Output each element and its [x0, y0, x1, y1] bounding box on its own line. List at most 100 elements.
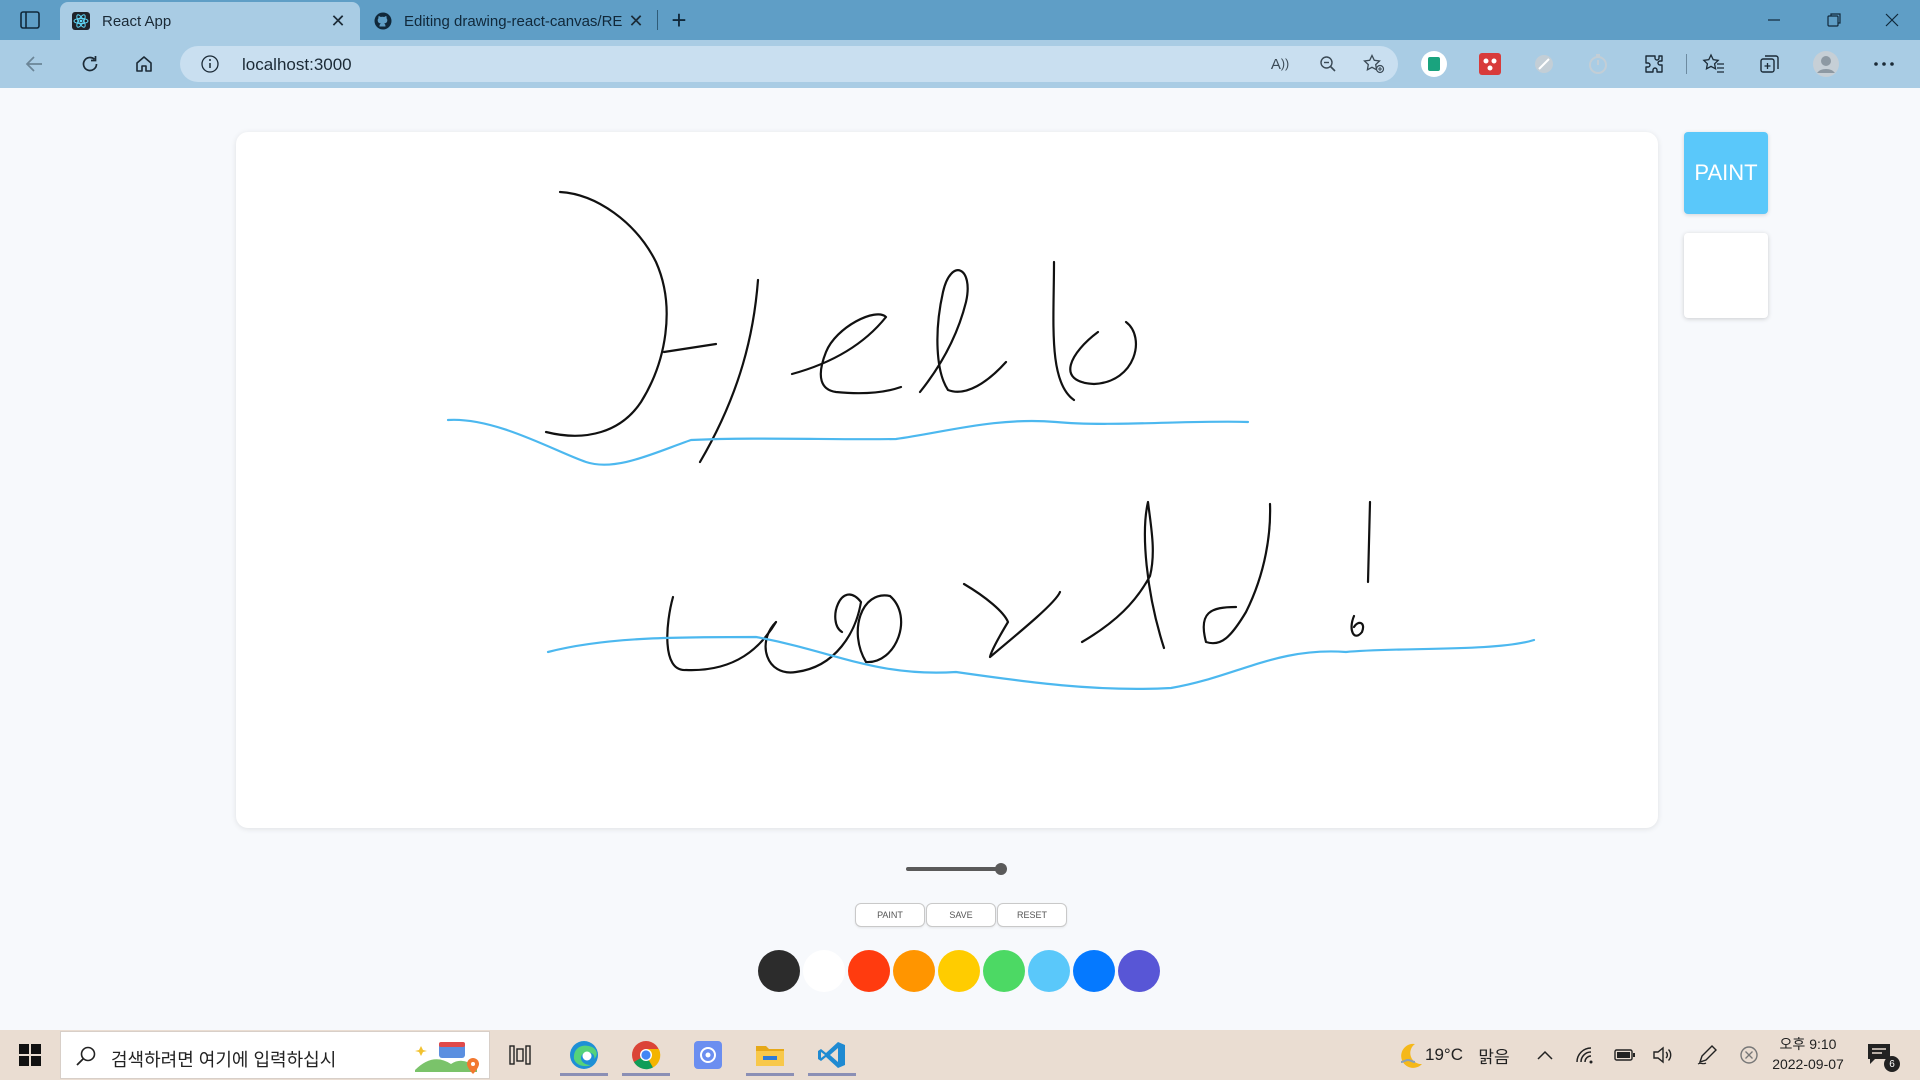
color-swatch-black[interactable] [758, 950, 800, 992]
color-swatch-purple[interactable] [1118, 950, 1160, 992]
start-button[interactable] [12, 1040, 48, 1070]
tab-react-app[interactable]: React App ✕ [60, 2, 360, 40]
canvas-stroke [662, 342, 718, 354]
back-button[interactable] [16, 48, 52, 80]
more-options-icon[interactable] [1870, 50, 1898, 78]
canvas-drawing [446, 190, 1536, 690]
tab-divider [657, 10, 658, 30]
brush-size-slider[interactable] [906, 861, 1014, 877]
taskbar-vscode[interactable] [802, 1034, 862, 1076]
tab-close-icon[interactable]: ✕ [626, 11, 646, 31]
slider-track[interactable] [906, 867, 1006, 871]
browser-toolbar: localhost:3000 A)) [0, 40, 1920, 88]
reset-button[interactable]: RESET [997, 903, 1067, 927]
extension-wand-icon[interactable] [1530, 50, 1558, 78]
taskbar-settings-app[interactable] [678, 1034, 738, 1076]
weather-condition[interactable]: 맑음 [1470, 1030, 1518, 1080]
taskbar-edge[interactable] [554, 1034, 614, 1076]
canvas-stroke [446, 418, 1250, 466]
network-icon[interactable] [1570, 1030, 1600, 1080]
favorites-icon[interactable] [1700, 50, 1728, 78]
control-buttons: PAINT SAVE RESET [855, 903, 1068, 927]
browser-titlebar: React App ✕ Editing drawing-react-canvas… [0, 0, 1920, 40]
add-favorite-icon[interactable] [1362, 52, 1386, 76]
tab-title: Editing drawing-react-canvas/RE [404, 12, 623, 30]
search-placeholder[interactable]: 검색하려면 여기에 입력하십시 [111, 1046, 336, 1072]
extension-green-icon[interactable] [1420, 50, 1448, 78]
taskbar-chrome[interactable] [616, 1034, 676, 1076]
minimize-icon [1768, 19, 1780, 21]
canvas-stroke [1202, 502, 1272, 645]
extension-red-icon[interactable] [1476, 50, 1504, 78]
collections-icon[interactable] [1756, 50, 1784, 78]
search-icon [75, 1045, 97, 1072]
tab-close-icon[interactable]: ✕ [328, 11, 348, 31]
color-swatch-orange[interactable] [893, 950, 935, 992]
new-tab-button[interactable]: + [664, 5, 694, 35]
task-view-icon [509, 1045, 531, 1065]
weather-temp[interactable]: 19°C [1424, 1030, 1464, 1080]
taskbar-search[interactable]: 검색하려면 여기에 입력하십시 [60, 1031, 490, 1079]
color-palette [758, 950, 1163, 994]
info-icon[interactable] [200, 54, 220, 79]
chevron-up-icon[interactable] [1530, 1030, 1560, 1080]
canvas-stroke [962, 582, 1062, 659]
drawing-canvas[interactable] [236, 132, 1658, 828]
disabled-circle-icon[interactable] [1734, 1030, 1764, 1080]
address-bar[interactable]: localhost:3000 A)) [180, 46, 1398, 82]
tab-actions-icon [20, 11, 40, 29]
color-swatch-yellow[interactable] [938, 950, 980, 992]
battery-icon[interactable] [1610, 1030, 1640, 1080]
pen-icon[interactable] [1692, 1030, 1722, 1080]
color-swatch-red[interactable] [848, 950, 890, 992]
volume-icon[interactable] [1648, 1030, 1678, 1080]
extensions-puzzle-icon[interactable] [1640, 50, 1668, 78]
react-icon [72, 12, 90, 30]
canvas-stroke [544, 190, 668, 437]
tab-actions-menu-button[interactable] [12, 6, 48, 34]
canvas-stroke [1350, 614, 1365, 637]
folder-icon [756, 1046, 784, 1066]
close-window-button[interactable] [1864, 0, 1920, 40]
slider-thumb[interactable] [995, 863, 1007, 875]
home-button[interactable] [126, 48, 162, 80]
restore-button[interactable] [1806, 0, 1862, 40]
taskbar-file-explorer[interactable] [740, 1034, 800, 1076]
refresh-icon [82, 56, 98, 72]
color-swatch-sky-blue[interactable] [1028, 950, 1070, 992]
home-icon [136, 56, 152, 72]
refresh-button[interactable] [72, 48, 108, 80]
canvas-stroke [546, 635, 1536, 690]
paint-button[interactable]: PAINT [855, 903, 925, 927]
canvas-stroke [1052, 260, 1076, 402]
weather-temperature: 19°C [1425, 1045, 1463, 1064]
saved-image-preview[interactable] [1684, 233, 1768, 318]
color-swatch-white[interactable] [803, 950, 845, 992]
save-button[interactable]: SAVE [926, 903, 996, 927]
read-aloud-icon[interactable]: A)) [1268, 52, 1292, 76]
url-text[interactable]: localhost:3000 [242, 55, 352, 75]
tab-github-editing[interactable]: Editing drawing-react-canvas/RE ✕ [362, 2, 658, 40]
chrome-icon [632, 1041, 661, 1070]
taskbar-clock[interactable]: 오후 9:10 2022-09-07 [1766, 1034, 1850, 1074]
zoom-out-icon[interactable] [1316, 52, 1340, 76]
minimize-button[interactable] [1746, 0, 1802, 40]
clock-date: 2022-09-07 [1772, 1056, 1844, 1072]
arrow-left-icon [25, 56, 42, 72]
color-swatch-green[interactable] [983, 950, 1025, 992]
canvas-stroke [1080, 500, 1166, 650]
notification-center-button[interactable]: 6 [1866, 1042, 1900, 1072]
paint-mode-button[interactable]: PAINT [1684, 132, 1768, 214]
github-icon [374, 12, 392, 30]
color-swatch-blue[interactable] [1073, 950, 1115, 992]
close-icon [1885, 13, 1899, 27]
profile-avatar-icon[interactable] [1812, 50, 1840, 78]
clock-time: 오후 9:10 [1779, 1036, 1837, 1052]
canvas-stroke [1069, 320, 1137, 386]
canvas-stroke [790, 313, 903, 395]
toolbar-divider [1686, 54, 1687, 74]
windows-taskbar: 검색하려면 여기에 입력하십시 19°C 맑음 오후 9:10 2022-09-… [0, 1030, 1920, 1080]
task-view-button[interactable] [490, 1034, 550, 1076]
extension-timer-icon[interactable] [1584, 50, 1612, 78]
canvas-stroke [1366, 500, 1372, 584]
